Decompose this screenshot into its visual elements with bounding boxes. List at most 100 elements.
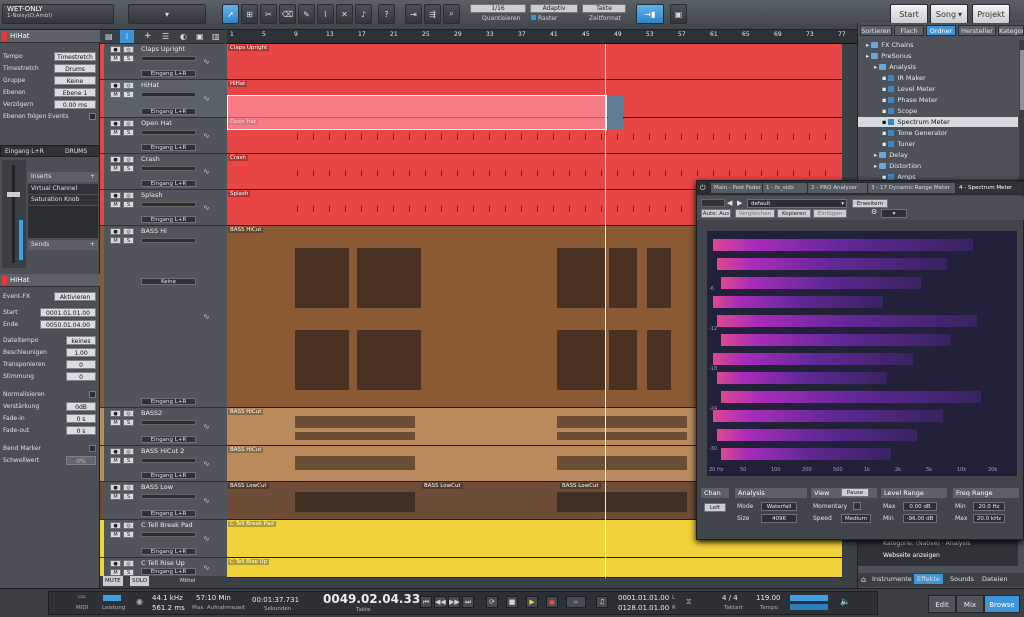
clip-label[interactable]: HiHat — [228, 81, 248, 87]
track-volume-fader[interactable] — [141, 166, 196, 171]
time-signature[interactable]: 4 / 4 — [722, 594, 738, 602]
play-button[interactable]: ▶ — [526, 596, 538, 608]
browser-tab-vendor[interactable]: Hersteller — [958, 25, 996, 36]
color-icon[interactable]: ◐ — [180, 32, 187, 41]
save-button[interactable]: ▣ — [670, 4, 687, 24]
event-fx-button[interactable]: Aktivieren — [54, 292, 96, 301]
record-arm-button[interactable]: ● — [110, 484, 121, 491]
midi-monitor-icon[interactable]: ▫▫ — [78, 594, 85, 600]
browser-tab-folder[interactable]: Ordner — [926, 25, 956, 36]
monitor-button[interactable]: ◎ — [123, 156, 134, 163]
power-icon[interactable]: ⏻ — [700, 184, 706, 193]
monitor-button[interactable]: ◎ — [123, 228, 134, 235]
track-header[interactable]: ● ◎ M S Splash Eingang L+R ∿ — [100, 190, 227, 226]
browser-plugin[interactable]: ▪ IR Maker — [858, 73, 1018, 83]
tempo-value[interactable]: 119.00 — [756, 594, 781, 602]
record-button[interactable]: ● — [546, 596, 558, 608]
record-arm-button[interactable]: ● — [110, 448, 121, 455]
checkbox[interactable] — [89, 445, 96, 452]
mute-button[interactable]: M — [110, 91, 121, 98]
track-input-select[interactable]: Eingang L+R — [141, 568, 196, 575]
monitor-button[interactable]: ◎ — [123, 192, 134, 199]
add-insert-icon[interactable]: + — [90, 172, 95, 182]
range-tool-button[interactable]: ⊞ — [241, 4, 258, 24]
add-track-icon[interactable]: + — [144, 31, 152, 41]
loop-button[interactable]: ⟳ — [486, 596, 498, 608]
track-volume-fader[interactable] — [141, 56, 196, 61]
monitor-button[interactable]: ◎ — [123, 46, 134, 53]
track-input-select[interactable]: Eingang L+R — [141, 216, 196, 223]
plugin-bypass-button[interactable] — [701, 199, 725, 207]
browser-plugin[interactable]: ▪ Phase Meter — [858, 95, 1018, 105]
track-header[interactable]: ● ◎ M S HiHat Eingang L+R ∿ — [100, 80, 227, 118]
record-arm-button[interactable]: ● — [110, 156, 121, 163]
track-name[interactable]: Splash — [141, 191, 163, 199]
track-header[interactable]: ● ◎ M S Crash Eingang L+R ∿ — [100, 154, 227, 190]
browser-tab-category[interactable]: Kategorie — [998, 25, 1024, 36]
record-arm-button[interactable]: ● — [110, 46, 121, 53]
browser-plugin[interactable]: ▪ Level Meter — [858, 84, 1018, 94]
track-volume-fader[interactable] — [141, 420, 196, 425]
momentary-toggle[interactable] — [853, 502, 861, 510]
track-header[interactable]: ● ◎ M S BASS HiCut 2 Eingang L+R ∿ — [100, 446, 227, 482]
folder-icon[interactable]: ▥ — [212, 32, 220, 41]
mute-button[interactable]: M — [110, 201, 121, 208]
mute-button[interactable]: M — [110, 237, 121, 244]
row-value[interactable]: Ebene 1 — [54, 88, 96, 97]
browser-folder[interactable]: ▸ FX Chains — [858, 40, 1018, 50]
follow-button[interactable]: ⇶ — [424, 4, 441, 24]
track-input-select[interactable]: Eingang L+R — [141, 472, 196, 479]
checkbox[interactable] — [89, 391, 96, 398]
settings-icon[interactable]: ⚙ — [871, 208, 877, 216]
clip-label[interactable]: C Tell Break Pad — [228, 521, 276, 527]
mute-button[interactable]: M — [110, 569, 121, 576]
song-page-button[interactable]: Song ▾ — [930, 4, 968, 24]
track-name[interactable]: Claps Upright — [141, 45, 185, 53]
settings-dropdown[interactable]: ▾ — [881, 209, 907, 218]
add-send-icon[interactable]: + — [90, 240, 95, 250]
global-mute-button[interactable]: MUTE — [103, 576, 123, 586]
track-name[interactable]: C Tell Break Pad — [141, 521, 193, 529]
plugin-tab-3[interactable]: 3 - 17 Dynamic Range Meter — [868, 183, 956, 193]
to-end-button[interactable]: ⏭ — [462, 596, 474, 608]
track-list-icon[interactable]: ▤ — [105, 32, 113, 41]
global-solo-button[interactable]: SOLO — [130, 576, 150, 586]
freq-min-field[interactable]: 20.0 Hz — [973, 502, 1005, 511]
fader-handle[interactable] — [7, 192, 20, 197]
record-arm-button[interactable]: ● — [110, 192, 121, 199]
track-lane[interactable] — [227, 558, 842, 578]
track-name[interactable]: C Tell Rise Up — [141, 559, 185, 567]
mute-button[interactable]: M — [110, 55, 121, 62]
tab-instruments[interactable]: Instrumente — [872, 575, 912, 583]
help-button[interactable]: ? — [378, 4, 395, 24]
solo-button[interactable]: S — [123, 493, 134, 500]
track-volume-fader[interactable] — [141, 532, 196, 537]
browser-tab-sort[interactable]: Sortieren — [860, 25, 892, 36]
zoom-button[interactable]: ⌕ — [443, 4, 460, 24]
plugin-tab-1[interactable]: 1 - fx_sidx — [763, 183, 808, 193]
clip-label[interactable]: BASS HiCut — [228, 409, 264, 415]
plugin-tab-main[interactable]: Main - Post Fader — [711, 183, 763, 193]
solo-button[interactable]: S — [123, 531, 134, 538]
mute-button[interactable]: M — [110, 493, 121, 500]
track-input-select[interactable]: Eingang L+R — [141, 144, 196, 151]
row-value[interactable]: 0dB — [66, 402, 96, 411]
track-input-select[interactable]: Eingang L+R — [141, 108, 196, 115]
timing-icon[interactable]: ⧖ — [686, 597, 692, 607]
return-to-zero-button[interactable]: ⏮ — [420, 596, 432, 608]
mute-button[interactable]: M — [110, 531, 121, 538]
view-browse-button[interactable]: Browse — [984, 595, 1020, 613]
waterfall-display[interactable]: -6 -12 -18 -24 -30 20 Hz 50 100 200 500 1k 2k 5k 10k 2… — [707, 231, 1017, 476]
mute-tool-button[interactable]: ✕ — [336, 4, 353, 24]
solo-button[interactable]: S — [123, 569, 134, 576]
monitor-button[interactable]: ◎ — [123, 560, 134, 567]
arrow-tool-button[interactable]: ➚ — [222, 4, 239, 24]
mute-button[interactable]: M — [110, 129, 121, 136]
audio-settings-icon[interactable]: ◉ — [136, 597, 143, 606]
track-input-select[interactable]: Eingang L+R — [141, 510, 196, 517]
mode-select[interactable]: Waterfall — [761, 502, 797, 511]
preset-next-icon[interactable]: ▶ — [737, 199, 742, 207]
time-bars[interactable]: 0049.02.04.33 — [323, 592, 420, 606]
track-output-select[interactable]: Keine — [141, 278, 196, 285]
row-value[interactable]: 0 s — [66, 414, 96, 423]
